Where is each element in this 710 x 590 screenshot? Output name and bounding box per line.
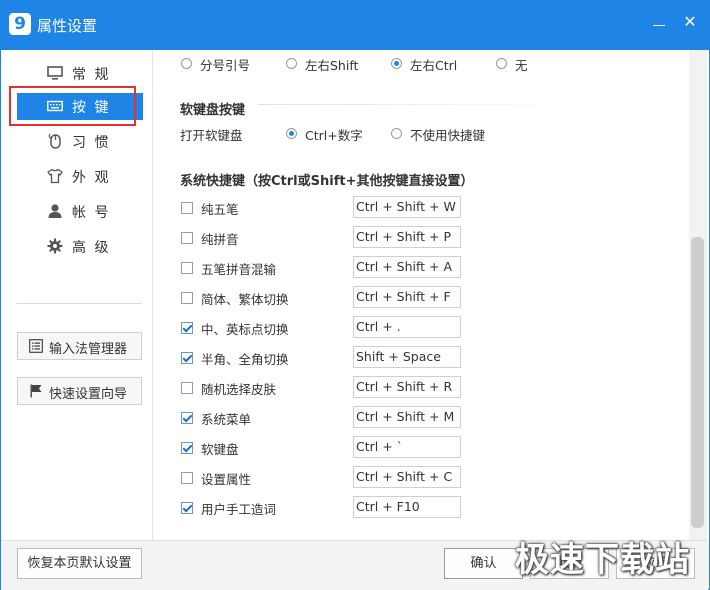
hotkey-input[interactable]: Ctrl + Shift + A [353, 256, 461, 278]
hotkey-checkbox[interactable] [181, 232, 193, 244]
gear-icon [46, 238, 64, 256]
quick-setup-button[interactable]: 快速设置向导 [17, 377, 142, 405]
hotkey-checkbox[interactable] [181, 472, 193, 484]
hotkey-label: 随机选择皮肤 [201, 382, 277, 397]
hotkey-label: 纯拼音 [201, 232, 239, 247]
radio-label: Ctrl+数字 [305, 128, 363, 143]
window-title: 属性设置 [37, 17, 98, 35]
radio-label: 左右Shift [305, 58, 359, 73]
radio-left-right-ctrl[interactable] [391, 58, 402, 69]
sidebar-item-account[interactable]: 帐 号 [17, 198, 143, 225]
section-heading-soft-keyboard: 软键盘按键 [180, 103, 246, 118]
hotkey-input[interactable]: Ctrl + Shift + M [353, 406, 461, 428]
radio-label: 不使用快捷键 [410, 128, 486, 143]
sidebar-item-label: 高 级 [72, 240, 111, 256]
hotkey-checkbox[interactable] [181, 502, 193, 514]
radio-no-hotkey[interactable] [391, 128, 402, 139]
shirt-icon [46, 168, 64, 186]
restore-defaults-button[interactable]: 恢复本页默认设置 [17, 548, 142, 579]
sidebar-divider [16, 303, 142, 304]
hotkey-input[interactable]: Ctrl + Shift + W [353, 196, 461, 218]
sidebar-item-appearance[interactable]: 外 观 [17, 163, 143, 190]
sidebar-item-label: 外 观 [72, 170, 111, 186]
hotkey-label: 中、英标点切换 [201, 322, 289, 337]
sidebar-item-label: 习 惯 [72, 135, 111, 151]
hotkey-input[interactable]: Ctrl + Shift + R [353, 376, 461, 398]
minimize-button[interactable] [650, 14, 670, 34]
hotkey-input[interactable]: Ctrl + F10 [353, 496, 461, 518]
ime-manager-button[interactable]: 输入法管理器 [17, 332, 142, 360]
flag-icon [29, 384, 43, 398]
hotkey-label: 设置属性 [201, 472, 252, 487]
radio-semicolon-quote[interactable] [181, 58, 192, 69]
sidebar-item-habits[interactable]: 习 惯 [17, 128, 143, 155]
hotkey-checkbox[interactable] [181, 322, 193, 334]
hotkey-label: 系统菜单 [201, 412, 252, 427]
close-button[interactable]: ✕ [680, 12, 700, 32]
hotkey-label: 软键盘 [201, 442, 239, 457]
sidebar-item-label: 常 规 [72, 67, 111, 83]
section-heading-system-hotkeys: 系统快捷键（按Ctrl或Shift+其他按键直接设置） [180, 174, 474, 189]
hotkey-checkbox[interactable] [181, 382, 193, 394]
mouse-icon [46, 133, 64, 151]
hotkey-input[interactable]: Ctrl + Shift + C [353, 466, 461, 488]
hotkey-label: 用户手工造词 [201, 502, 277, 517]
hotkey-checkbox[interactable] [181, 442, 193, 454]
highlight-box [9, 86, 136, 126]
radio-none[interactable] [496, 58, 507, 69]
hotkey-label: 纯五笔 [201, 202, 239, 217]
hotkey-checkbox[interactable] [181, 412, 193, 424]
app-logo-icon: 9 [9, 13, 31, 35]
hotkey-checkbox[interactable] [181, 202, 193, 214]
hotkey-label: 半角、全角切换 [201, 352, 289, 367]
hotkey-input[interactable]: Ctrl + Shift + F [353, 286, 461, 308]
sidebar-item-label: 帐 号 [72, 205, 111, 221]
user-icon [46, 203, 64, 221]
hotkey-checkbox[interactable] [181, 352, 193, 364]
sidebar-item-advanced[interactable]: 高 级 [17, 233, 143, 260]
radio-left-right-shift[interactable] [286, 58, 297, 69]
quick-setup-label: 快速设置向导 [49, 387, 128, 402]
radio-ctrl-number[interactable] [286, 128, 297, 139]
confirm-button[interactable]: 确认 [444, 548, 523, 579]
hotkey-checkbox[interactable] [181, 292, 193, 304]
radio-label: 分号引号 [200, 58, 251, 73]
settings-panel: 分号引号 左右Shift 左右Ctrl 无 软键盘按键 打开软键盘 Ctrl+数… [153, 50, 688, 540]
monitor-icon [46, 65, 64, 83]
hotkey-input[interactable]: Ctrl + . [353, 316, 461, 338]
hotkey-label: 简体、繁体切换 [201, 292, 289, 307]
hotkey-input[interactable]: Ctrl + Shift + P [353, 226, 461, 248]
watermark: 极速下载站 [515, 540, 690, 580]
scrollbar-thumb[interactable] [691, 237, 704, 528]
hotkey-label: 五笔拼音混输 [201, 262, 277, 277]
open-soft-keyboard-label: 打开软键盘 [180, 128, 243, 143]
ime-manager-label: 输入法管理器 [49, 342, 128, 357]
hotkey-checkbox[interactable] [181, 262, 193, 274]
sidebar-item-general[interactable]: 常 规 [17, 60, 143, 87]
list-icon [29, 339, 43, 353]
hotkey-input[interactable]: Shift + Space [353, 346, 461, 368]
title-bar: 9 属性设置 ✕ [0, 0, 710, 50]
radio-label: 左右Ctrl [410, 58, 458, 73]
hotkey-input[interactable]: Ctrl + ` [353, 436, 461, 458]
section-divider [258, 104, 578, 105]
radio-label: 无 [515, 58, 528, 73]
